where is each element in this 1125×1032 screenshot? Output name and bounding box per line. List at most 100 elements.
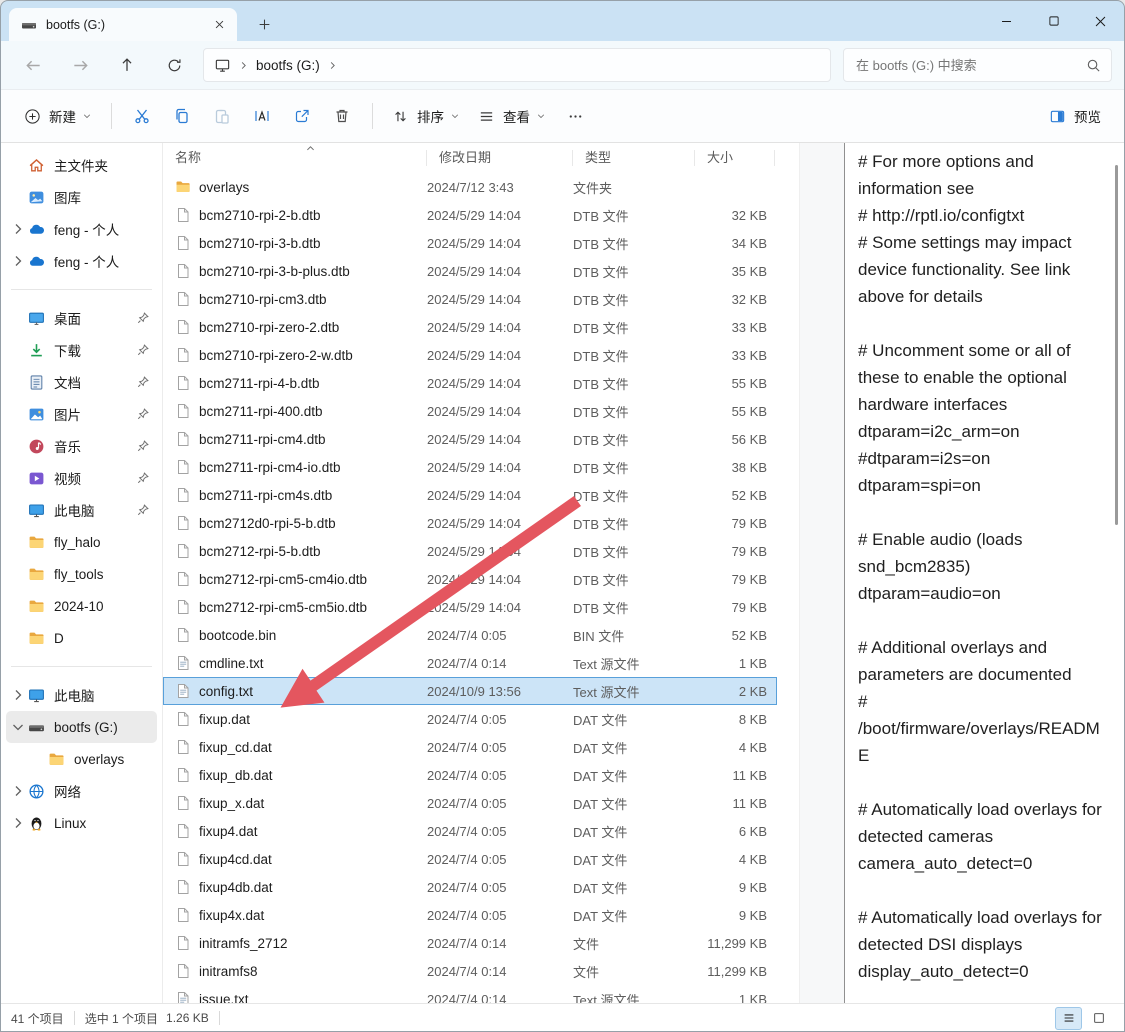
column-header-type[interactable]: 类型 <box>573 150 695 166</box>
search-icon[interactable] <box>1086 58 1101 73</box>
file-row-bcm2712-rpi-cm5-cm4io-dtb[interactable]: bcm2712-rpi-cm5-cm4io.dtb2024/5/29 14:04… <box>163 565 777 593</box>
file-row-fixup4db-dat[interactable]: fixup4db.dat2024/7/4 0:05DAT 文件9 KB <box>163 873 777 901</box>
preview-toggle-button[interactable]: 预览 <box>1040 98 1110 134</box>
chevron-down-icon[interactable] <box>10 719 26 735</box>
file-size: 32 KB <box>695 208 775 223</box>
sidebar-item-fly_tools[interactable]: fly_tools <box>6 558 157 590</box>
details-view-button[interactable] <box>1055 1007 1082 1030</box>
sidebar-item-label: 图片 <box>54 404 81 424</box>
sidebar-item--[interactable]: 主文件夹 <box>6 149 157 181</box>
sidebar-item-linux[interactable]: Linux <box>6 807 157 839</box>
maximize-button[interactable] <box>1030 1 1077 41</box>
file-row-fixup_x-dat[interactable]: fixup_x.dat2024/7/4 0:05DAT 文件11 KB <box>163 789 777 817</box>
preview-scrollbar[interactable] <box>1115 165 1118 525</box>
delete-button[interactable] <box>322 98 362 134</box>
file-row-fixup4cd-dat[interactable]: fixup4cd.dat2024/7/4 0:05DAT 文件4 KB <box>163 845 777 873</box>
chevron-right-icon[interactable] <box>10 687 26 703</box>
sidebar-item--[interactable]: 此电脑 <box>6 679 157 711</box>
file-row-bootcode-bin[interactable]: bootcode.bin2024/7/4 0:05BIN 文件52 KB <box>163 621 777 649</box>
sidebar-item-label: fly_halo <box>54 535 101 550</box>
forward-button[interactable] <box>60 48 100 82</box>
close-button[interactable] <box>1077 1 1124 41</box>
file-row-bcm2711-rpi-cm4s-dtb[interactable]: bcm2711-rpi-cm4s.dtb2024/5/29 14:04DTB 文… <box>163 481 777 509</box>
sidebar-item--[interactable]: 文档 <box>6 366 157 398</box>
file-row-fixup_cd-dat[interactable]: fixup_cd.dat2024/7/4 0:05DAT 文件4 KB <box>163 733 777 761</box>
chevron-right-icon[interactable] <box>10 783 26 799</box>
tab-bootfs[interactable]: bootfs (G:) <box>9 8 237 41</box>
sort-button[interactable]: 排序 <box>383 98 469 134</box>
sidebar-item-label: overlays <box>74 752 124 767</box>
file-row-bcm2711-rpi-cm4-dtb[interactable]: bcm2711-rpi-cm4.dtb2024/5/29 14:04DTB 文件… <box>163 425 777 453</box>
thumbnail-view-button[interactable] <box>1085 1007 1112 1030</box>
file-row-fixup4-dat[interactable]: fixup4.dat2024/7/4 0:05DAT 文件6 KB <box>163 817 777 845</box>
new-tab-button[interactable] <box>251 12 277 37</box>
file-row-fixup4x-dat[interactable]: fixup4x.dat2024/7/4 0:05DAT 文件9 KB <box>163 901 777 929</box>
sidebar-item--[interactable]: 图片 <box>6 398 157 430</box>
this-pc-icon[interactable] <box>214 57 231 74</box>
sidebar-item-bootfs-g-[interactable]: bootfs (G:) <box>6 711 157 743</box>
sidebar-item--[interactable]: 视频 <box>6 462 157 494</box>
file-row-bcm2710-rpi-2-b-dtb[interactable]: bcm2710-rpi-2-b.dtb2024/5/29 14:04DTB 文件… <box>163 201 777 229</box>
file-row-bcm2712-rpi-5-b-dtb[interactable]: bcm2712-rpi-5-b.dtb2024/5/29 14:04DTB 文件… <box>163 537 777 565</box>
sidebar-item-feng-[interactable]: feng - 个人 <box>6 213 157 245</box>
file-type: 文件 <box>573 934 695 953</box>
file-row-bcm2710-rpi-cm3-dtb[interactable]: bcm2710-rpi-cm3.dtb2024/5/29 14:04DTB 文件… <box>163 285 777 313</box>
chevron-right-icon[interactable] <box>10 815 26 831</box>
share-button[interactable] <box>282 98 322 134</box>
file-name: fixup.dat <box>199 712 250 727</box>
chevron-right-icon[interactable] <box>10 253 26 269</box>
file-row-bcm2712-rpi-cm5-cm5io-dtb[interactable]: bcm2712-rpi-cm5-cm5io.dtb2024/5/29 14:04… <box>163 593 777 621</box>
chevron-right-icon[interactable] <box>10 221 26 237</box>
sidebar-item--[interactable]: 下载 <box>6 334 157 366</box>
sidebar-item-overlays[interactable]: overlays <box>26 743 157 775</box>
sidebar-item-fly_halo[interactable]: fly_halo <box>6 526 157 558</box>
up-button[interactable] <box>107 48 147 82</box>
column-header-size[interactable]: 大小 <box>695 150 775 166</box>
file-row-bcm2710-rpi-zero-2-w-dtb[interactable]: bcm2710-rpi-zero-2-w.dtb2024/5/29 14:04D… <box>163 341 777 369</box>
copy-button[interactable] <box>162 98 202 134</box>
file-type: DAT 文件 <box>573 766 695 785</box>
column-header-date[interactable]: 修改日期 <box>427 150 573 166</box>
sidebar-item--[interactable]: 图库 <box>6 181 157 213</box>
search-box[interactable] <box>843 48 1112 82</box>
breadcrumb[interactable]: bootfs (G:) <box>203 48 831 82</box>
rename-button[interactable] <box>242 98 282 134</box>
sidebar-item-2024-10[interactable]: 2024-10 <box>6 590 157 622</box>
sidebar-item--[interactable]: 网络 <box>6 775 157 807</box>
more-options-button[interactable] <box>555 98 595 134</box>
breadcrumb-item-bootfs[interactable]: bootfs (G:) <box>256 58 320 73</box>
file-icon <box>175 291 191 307</box>
column-header-name[interactable]: 名称 <box>163 150 427 166</box>
cut-button[interactable] <box>122 98 162 134</box>
chevron-right-icon[interactable] <box>327 60 338 71</box>
view-button[interactable]: 查看 <box>469 98 555 134</box>
refresh-button[interactable] <box>154 48 194 82</box>
sidebar-item-feng-[interactable]: feng - 个人 <box>6 245 157 277</box>
file-row-bcm2711-rpi-400-dtb[interactable]: bcm2711-rpi-400.dtb2024/5/29 14:04DTB 文件… <box>163 397 777 425</box>
sidebar-item--[interactable]: 桌面 <box>6 302 157 334</box>
file-row-bcm2712d0-rpi-5-b-dtb[interactable]: bcm2712d0-rpi-5-b.dtb2024/5/29 14:04DTB … <box>163 509 777 537</box>
file-row-fixup-dat[interactable]: fixup.dat2024/7/4 0:05DAT 文件8 KB <box>163 705 777 733</box>
file-row-cmdline-txt[interactable]: cmdline.txt2024/7/4 0:14Text 源文件1 KB <box>163 649 777 677</box>
sidebar-item--[interactable]: 音乐 <box>6 430 157 462</box>
file-row-bcm2711-rpi-4-b-dtb[interactable]: bcm2711-rpi-4-b.dtb2024/5/29 14:04DTB 文件… <box>163 369 777 397</box>
file-row-overlays[interactable]: overlays2024/7/12 3:43文件夹 <box>163 173 777 201</box>
minimize-button[interactable] <box>983 1 1030 41</box>
sidebar-item--[interactable]: 此电脑 <box>6 494 157 526</box>
file-row-bcm2711-rpi-cm4-io-dtb[interactable]: bcm2711-rpi-cm4-io.dtb2024/5/29 14:04DTB… <box>163 453 777 481</box>
file-row-bcm2710-rpi-3-b-dtb[interactable]: bcm2710-rpi-3-b.dtb2024/5/29 14:04DTB 文件… <box>163 229 777 257</box>
file-row-initramfs8[interactable]: initramfs82024/7/4 0:14文件11,299 KB <box>163 957 777 985</box>
new-button[interactable]: 新建 <box>15 98 101 134</box>
file-row-bcm2710-rpi-3-b-plus-dtb[interactable]: bcm2710-rpi-3-b-plus.dtb2024/5/29 14:04D… <box>163 257 777 285</box>
file-row-issue-txt[interactable]: issue.txt2024/7/4 0:14Text 源文件1 KB <box>163 985 777 1003</box>
back-button[interactable] <box>13 48 53 82</box>
sidebar-item-d[interactable]: D <box>6 622 157 654</box>
tab-close-icon[interactable] <box>209 15 229 35</box>
file-date: 2024/5/29 14:04 <box>427 488 573 503</box>
file-row-fixup_db-dat[interactable]: fixup_db.dat2024/7/4 0:05DAT 文件11 KB <box>163 761 777 789</box>
sidebar-item-label: 桌面 <box>54 308 81 328</box>
search-input[interactable] <box>854 57 1086 74</box>
file-row-config-txt[interactable]: config.txt2024/10/9 13:56Text 源文件2 KB <box>163 677 777 705</box>
file-row-initramfs_2712[interactable]: initramfs_27122024/7/4 0:14文件11,299 KB <box>163 929 777 957</box>
file-row-bcm2710-rpi-zero-2-dtb[interactable]: bcm2710-rpi-zero-2.dtb2024/5/29 14:04DTB… <box>163 313 777 341</box>
